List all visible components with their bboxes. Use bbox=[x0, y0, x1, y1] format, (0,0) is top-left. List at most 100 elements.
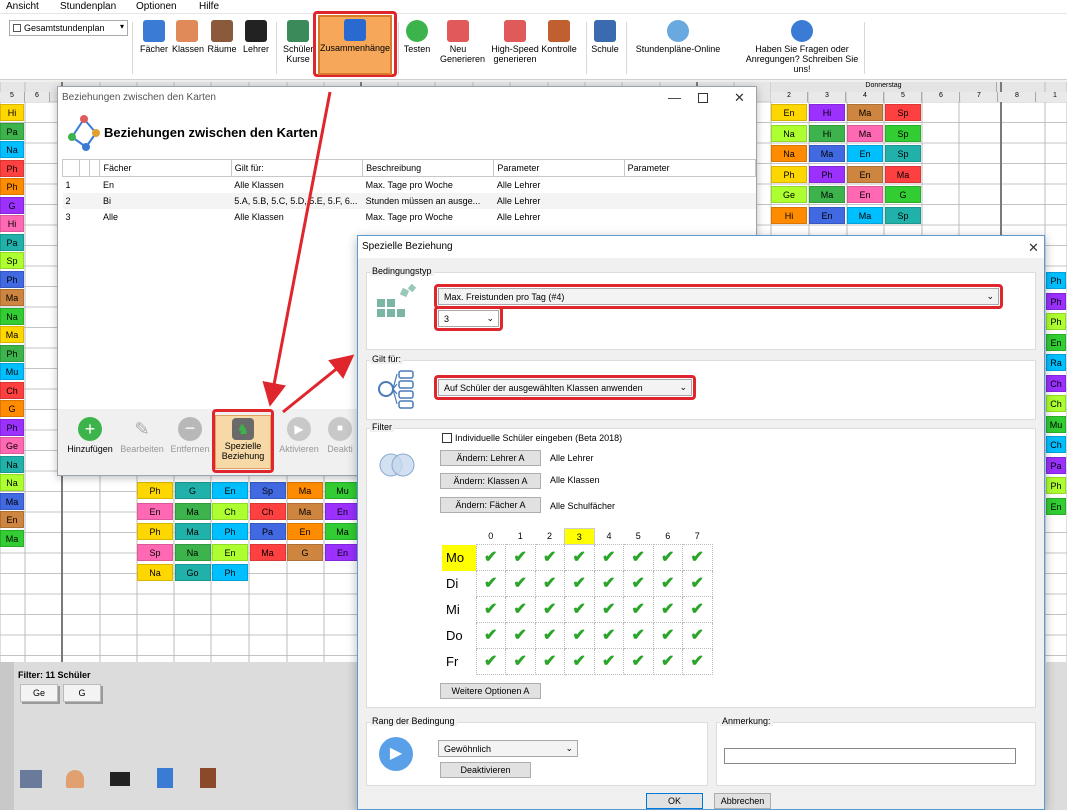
period-day-cell[interactable]: ✔ bbox=[652, 596, 683, 623]
toolbar-subjects-book-button[interactable]: Fächer bbox=[140, 18, 168, 54]
lesson-card[interactable]: G bbox=[0, 400, 24, 417]
lesson-card[interactable]: Ph bbox=[137, 523, 173, 540]
period-day-cell[interactable]: ✔ bbox=[564, 648, 595, 675]
unassigned-card[interactable]: Ge bbox=[20, 684, 58, 702]
toolbar-gavel-button[interactable]: Kontrolle bbox=[537, 18, 581, 54]
menu-stundenplan[interactable]: Stundenplan bbox=[60, 1, 116, 12]
lesson-card[interactable]: Ph bbox=[0, 270, 24, 288]
table-row[interactable]: 3 Alle Alle Klassen Max. Tage pro Woche Alle… bbox=[63, 209, 756, 225]
lesson-card[interactable]: Sp bbox=[0, 252, 24, 269]
period-day-cell[interactable]: ✔ bbox=[623, 544, 654, 571]
lesson-card[interactable]: Ma bbox=[0, 492, 24, 510]
period-day-cell[interactable]: ✔ bbox=[505, 622, 536, 649]
period-column-header[interactable]: 2 bbox=[535, 529, 565, 545]
note-input[interactable] bbox=[724, 748, 1016, 764]
lesson-card[interactable]: Ma bbox=[174, 523, 211, 540]
menu-ansicht[interactable]: Ansicht bbox=[6, 1, 39, 12]
period-day-cell[interactable]: ✔ bbox=[505, 570, 536, 597]
period-day-cell[interactable]: ✔ bbox=[475, 648, 506, 675]
lesson-card[interactable]: Ph bbox=[0, 344, 24, 362]
period-day-cell[interactable]: ✔ bbox=[682, 622, 713, 649]
lesson-card[interactable]: Ma bbox=[0, 326, 24, 343]
period-column-header[interactable]: 6 bbox=[653, 529, 683, 545]
add-button[interactable]: + Hinzufügen bbox=[64, 417, 116, 454]
column-header-subjects[interactable]: Fächer bbox=[99, 159, 232, 177]
lesson-card[interactable]: Sp bbox=[885, 145, 921, 162]
period-day-cell[interactable]: ✔ bbox=[593, 570, 624, 597]
period-day-cell[interactable]: ✔ bbox=[682, 544, 713, 571]
lesson-card[interactable]: Na bbox=[771, 145, 807, 162]
lesson-card[interactable]: Na bbox=[0, 307, 24, 325]
individual-students-checkbox[interactable] bbox=[442, 433, 452, 443]
lesson-card[interactable]: Hi bbox=[771, 206, 807, 224]
period-column-header[interactable]: 4 bbox=[594, 529, 624, 545]
toolbar-students-button[interactable]: Schüler Kurse bbox=[283, 18, 314, 64]
lesson-card[interactable]: Pa bbox=[0, 233, 24, 251]
toolbar-generate-button[interactable]: Neu Generieren bbox=[440, 18, 485, 64]
lesson-card[interactable]: En bbox=[847, 165, 883, 183]
lesson-card[interactable]: Ma bbox=[847, 104, 883, 121]
lesson-card[interactable]: Sp bbox=[137, 543, 173, 561]
period-column-header[interactable]: 7 bbox=[683, 529, 713, 545]
lesson-card[interactable]: G bbox=[287, 543, 323, 561]
period-day-cell[interactable]: ✔ bbox=[593, 596, 624, 623]
deactivate-condition-button[interactable]: Deaktivieren bbox=[440, 762, 531, 778]
day-row-header[interactable]: Fr bbox=[442, 649, 476, 675]
lesson-card[interactable]: Sp bbox=[885, 104, 921, 121]
more-options-button[interactable]: Weitere Optionen A bbox=[440, 683, 541, 699]
lesson-card[interactable]: En bbox=[212, 543, 248, 561]
lesson-card[interactable]: Ge bbox=[771, 186, 807, 203]
change-classes-button[interactable]: Ändern: Klassen A bbox=[440, 473, 541, 489]
period-column-header[interactable]: 5 bbox=[624, 529, 654, 545]
day-row-header[interactable]: Do bbox=[442, 623, 476, 649]
lesson-card[interactable]: Mu bbox=[1046, 415, 1066, 433]
period-day-cell[interactable]: ✔ bbox=[505, 648, 536, 675]
period-day-cell[interactable]: ✔ bbox=[593, 648, 624, 675]
lesson-card[interactable]: Na bbox=[771, 124, 807, 142]
lesson-card[interactable]: En bbox=[287, 523, 323, 540]
lesson-card[interactable]: Na bbox=[174, 543, 211, 561]
toolbar-cloud-button[interactable]: Stundenpläne-Online bbox=[630, 18, 726, 54]
ok-button[interactable]: OK bbox=[646, 793, 703, 809]
teacher-hat-icon[interactable] bbox=[110, 772, 130, 786]
remove-button[interactable]: − Entfernen bbox=[164, 417, 216, 454]
lesson-card[interactable]: En bbox=[212, 482, 248, 499]
minimize-icon[interactable]: — bbox=[668, 90, 681, 105]
lesson-card[interactable]: G bbox=[885, 186, 921, 203]
unassigned-card[interactable]: G bbox=[63, 684, 101, 702]
lesson-card[interactable]: G bbox=[0, 196, 24, 214]
cancel-button[interactable]: Abbrechen bbox=[714, 793, 771, 809]
lesson-card[interactable]: Ph bbox=[1046, 313, 1066, 330]
school-building-icon[interactable] bbox=[20, 770, 42, 788]
period-day-cell[interactable]: ✔ bbox=[534, 648, 565, 675]
lesson-card[interactable]: Ma bbox=[174, 502, 211, 520]
maximize-icon[interactable] bbox=[698, 93, 708, 103]
period-day-cell[interactable]: ✔ bbox=[475, 570, 506, 597]
period-day-cell[interactable]: ✔ bbox=[534, 622, 565, 649]
play-icon[interactable]: ▶ bbox=[379, 737, 413, 771]
lesson-card[interactable]: Sp bbox=[885, 206, 921, 224]
lesson-card[interactable]: En bbox=[324, 543, 361, 561]
lesson-card[interactable]: Pa bbox=[1046, 456, 1066, 474]
lesson-card[interactable]: En bbox=[324, 502, 361, 520]
lesson-card[interactable]: Ph bbox=[1046, 272, 1066, 289]
lesson-card[interactable]: En bbox=[137, 502, 173, 520]
lesson-card[interactable]: Ch bbox=[1046, 374, 1066, 392]
period-day-cell[interactable]: ✔ bbox=[623, 648, 654, 675]
lesson-card[interactable]: Hi bbox=[0, 215, 24, 232]
close-icon[interactable]: ✕ bbox=[1028, 240, 1039, 256]
lesson-card[interactable]: Mu bbox=[324, 482, 361, 499]
lesson-card[interactable]: Ph bbox=[1046, 292, 1066, 310]
period-day-cell[interactable]: ✔ bbox=[593, 544, 624, 571]
period-column-header[interactable]: 0 bbox=[476, 529, 506, 545]
lesson-card[interactable]: Ma bbox=[847, 206, 883, 224]
lesson-card[interactable]: En bbox=[847, 186, 883, 203]
period-day-cell[interactable]: ✔ bbox=[682, 570, 713, 597]
lesson-card[interactable]: Ma bbox=[885, 165, 921, 183]
lesson-card[interactable]: Ph bbox=[0, 159, 24, 177]
table-row[interactable]: 1 En Alle Klassen Max. Tage pro Woche Alle L… bbox=[63, 177, 756, 193]
period-day-cell[interactable]: ✔ bbox=[682, 648, 713, 675]
period-day-cell[interactable]: ✔ bbox=[505, 544, 536, 571]
column-header-parameter[interactable]: Parameter bbox=[623, 159, 757, 177]
lesson-card[interactable]: Sp bbox=[249, 482, 286, 499]
